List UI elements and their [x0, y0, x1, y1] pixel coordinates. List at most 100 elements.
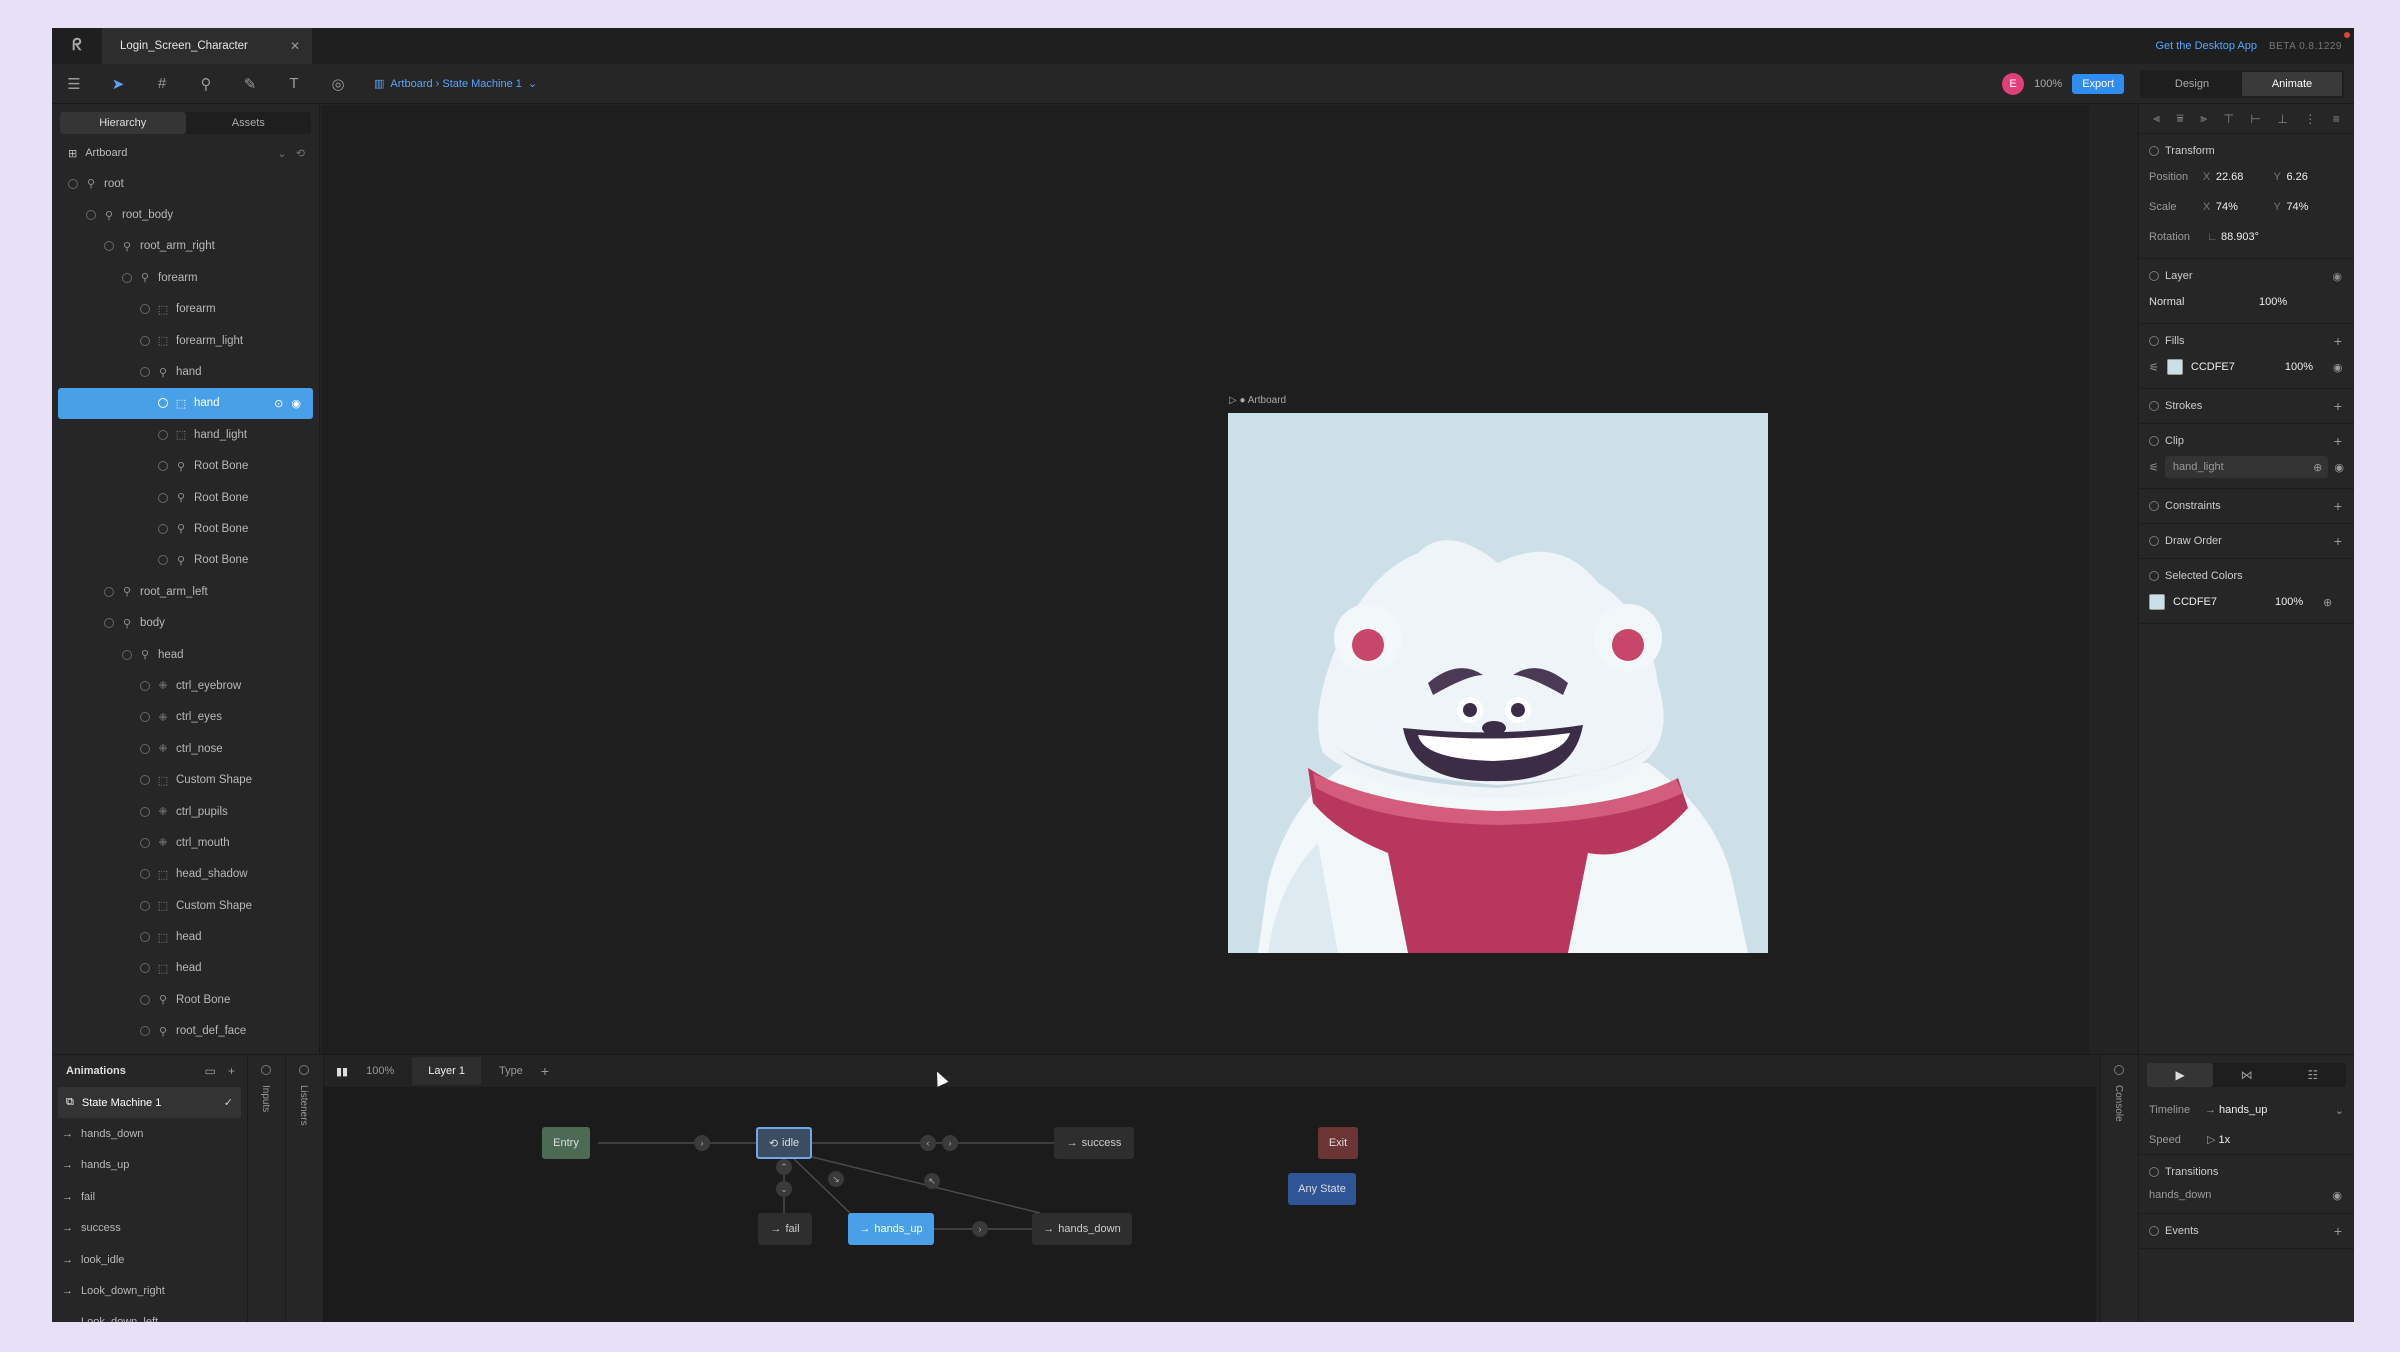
tree-item[interactable]: ⚲ Root Bone: [52, 545, 319, 576]
fill-swatch[interactable]: [2166, 359, 2183, 375]
add-draw-order-icon[interactable]: +: [2334, 533, 2342, 549]
transition-chevron-icon[interactable]: ›: [972, 1221, 988, 1237]
collapse-icon[interactable]: [2114, 1065, 2124, 1075]
add-event-icon[interactable]: +: [2334, 1223, 2342, 1239]
state-machine-graph[interactable]: ▮▮ 100% Layer 1 Type + Entry › ⟲ idle ‹ …: [324, 1055, 2096, 1322]
transition-eye-icon[interactable]: ◉: [2332, 1189, 2342, 1202]
tree-item[interactable]: ⬚ Custom Shape: [52, 890, 319, 921]
distribute-v-icon[interactable]: ≡: [2333, 112, 2340, 126]
tree-item[interactable]: ⚲ root: [52, 168, 319, 199]
tree-item[interactable]: ⚲ root_arm_left: [52, 576, 319, 607]
fill-hex-input[interactable]: CCDFE7: [2191, 361, 2277, 373]
zoom-select[interactable]: 100%: [2034, 78, 2062, 90]
expand-toggle-icon[interactable]: [140, 712, 150, 723]
tab-assets[interactable]: Assets: [186, 112, 312, 134]
expand-toggle-icon[interactable]: [140, 900, 150, 911]
speed-input[interactable]: 1x: [2219, 1134, 2281, 1146]
desktop-app-link[interactable]: Get the Desktop App: [2155, 40, 2257, 52]
expand-toggle-icon[interactable]: [158, 461, 168, 472]
listeners-tab[interactable]: Listeners: [286, 1055, 324, 1322]
collapse-icon[interactable]: [2149, 571, 2159, 581]
tree-item[interactable]: ⚲ Root Bone: [52, 482, 319, 513]
align-top-icon[interactable]: ⊤: [2224, 112, 2234, 126]
distribute-h-icon[interactable]: ⋮: [2304, 112, 2316, 126]
tree-item[interactable]: ⚲ body: [52, 607, 319, 638]
transition-chevron-icon[interactable]: ⌃: [776, 1159, 792, 1175]
expand-toggle-icon[interactable]: [104, 241, 114, 252]
transition-chevron-icon[interactable]: ‹: [920, 1135, 936, 1151]
collapse-icon[interactable]: [2149, 336, 2159, 346]
collapse-icon[interactable]: [2149, 1167, 2159, 1177]
tree-item[interactable]: ⁜ ctrl_nose: [52, 733, 319, 764]
tree-item[interactable]: ⁜ ctrl_pupils: [52, 796, 319, 827]
transition-chevron-icon[interactable]: ⌄: [776, 1181, 792, 1197]
select-tool-icon[interactable]: ➤: [96, 64, 140, 104]
add-layer-icon[interactable]: +: [541, 1063, 549, 1079]
artboard[interactable]: [1228, 413, 1768, 953]
collapse-icon[interactable]: [2149, 271, 2159, 281]
tree-item[interactable]: ⬚ head: [52, 921, 319, 952]
animation-item[interactable]: → look_idle: [52, 1244, 247, 1275]
tree-item[interactable]: ⚲ forearm: [52, 262, 319, 293]
lock-icon[interactable]: ⊙: [274, 397, 283, 410]
tree-item[interactable]: ⚲ root_body: [52, 199, 319, 230]
add-fill-icon[interactable]: +: [2334, 333, 2342, 349]
expand-toggle-icon[interactable]: [140, 869, 150, 880]
expand-toggle-icon[interactable]: [158, 555, 168, 566]
tree-item[interactable]: ⚲ head: [52, 639, 319, 670]
align-bottom-icon[interactable]: ⊥: [2277, 112, 2287, 126]
align-middle-icon[interactable]: ⊢: [2250, 112, 2260, 126]
tree-item-selected[interactable]: ⬚ hand ⊙ ◉: [58, 387, 313, 420]
artboard-row[interactable]: ⊞ Artboard ⌄ ⟲: [52, 138, 319, 168]
expand-toggle-icon[interactable]: [140, 963, 150, 974]
eye-icon[interactable]: ◉: [2332, 270, 2342, 283]
add-animation-icon[interactable]: +: [228, 1064, 235, 1078]
expand-toggle-icon[interactable]: [158, 523, 168, 534]
any-state-node[interactable]: Any State: [1288, 1173, 1356, 1205]
exit-node[interactable]: Exit: [1318, 1127, 1358, 1159]
success-node[interactable]: → success: [1054, 1127, 1134, 1159]
export-button[interactable]: Export: [2072, 73, 2124, 94]
tree-item[interactable]: ⬚ head: [52, 953, 319, 984]
bone-tool-icon[interactable]: ⚲: [184, 64, 228, 104]
expand-toggle-icon[interactable]: [158, 398, 168, 409]
tree-item[interactable]: ⚲ root_arm_right: [52, 231, 319, 262]
animation-item[interactable]: → success: [52, 1213, 247, 1244]
expand-toggle-icon[interactable]: [140, 304, 150, 315]
align-center-icon[interactable]: ⩸: [2176, 111, 2183, 126]
fail-node[interactable]: → fail: [758, 1213, 812, 1245]
folder-icon[interactable]: ▭: [205, 1064, 216, 1078]
expand-toggle-icon[interactable]: [140, 806, 150, 817]
document-tab[interactable]: Login_Screen_Character ✕: [102, 28, 312, 64]
collapse-icon[interactable]: [2149, 146, 2159, 156]
tree-item[interactable]: ⁜ ctrl_mouth: [52, 827, 319, 858]
artboard-actions[interactable]: ⌄ ⟲: [277, 147, 305, 160]
canvas[interactable]: ▷ ● Artboard: [321, 105, 2089, 1054]
breadcrumb[interactable]: ▥ Artboard › State Machine 1 ⌄: [374, 77, 537, 91]
component-tool-icon[interactable]: ◎: [316, 64, 360, 104]
tree-item[interactable]: ⬚ Custom Shape: [52, 764, 319, 795]
transition-item[interactable]: hands_down: [2149, 1189, 2211, 1201]
fill-eye-icon[interactable]: ◉: [2333, 361, 2343, 374]
collapse-icon[interactable]: [2149, 436, 2159, 446]
expand-toggle-icon[interactable]: [158, 492, 168, 503]
timeline-select[interactable]: hands_up: [2219, 1104, 2335, 1116]
state-machine-item[interactable]: ⧉ State Machine 1 ✓: [58, 1087, 241, 1119]
target-icon[interactable]: ⊕: [2323, 596, 2332, 609]
menu-icon[interactable]: ☰: [52, 64, 96, 104]
scale-y-input[interactable]: 74%: [2286, 201, 2344, 213]
graph-zoom[interactable]: 100%: [366, 1065, 394, 1077]
selected-color-hex[interactable]: CCDFE7: [2173, 596, 2267, 608]
fill-settings-icon[interactable]: ⚟: [2149, 361, 2159, 374]
animation-item[interactable]: → Look_down_left: [52, 1307, 247, 1322]
align-right-icon[interactable]: ⫸: [2200, 111, 2207, 126]
expand-toggle-icon[interactable]: [104, 586, 114, 597]
idle-node[interactable]: ⟲ idle: [756, 1127, 812, 1159]
inputs-tab[interactable]: Inputs: [248, 1055, 286, 1322]
animation-item[interactable]: → hands_down: [52, 1118, 247, 1149]
pause-icon[interactable]: ▮▮: [336, 1065, 348, 1078]
expand-toggle-icon[interactable]: [140, 335, 150, 346]
clip-settings-icon[interactable]: ⚟: [2149, 461, 2159, 474]
tab-type[interactable]: Type: [499, 1065, 523, 1077]
artboard-tool-icon[interactable]: #: [140, 64, 184, 104]
